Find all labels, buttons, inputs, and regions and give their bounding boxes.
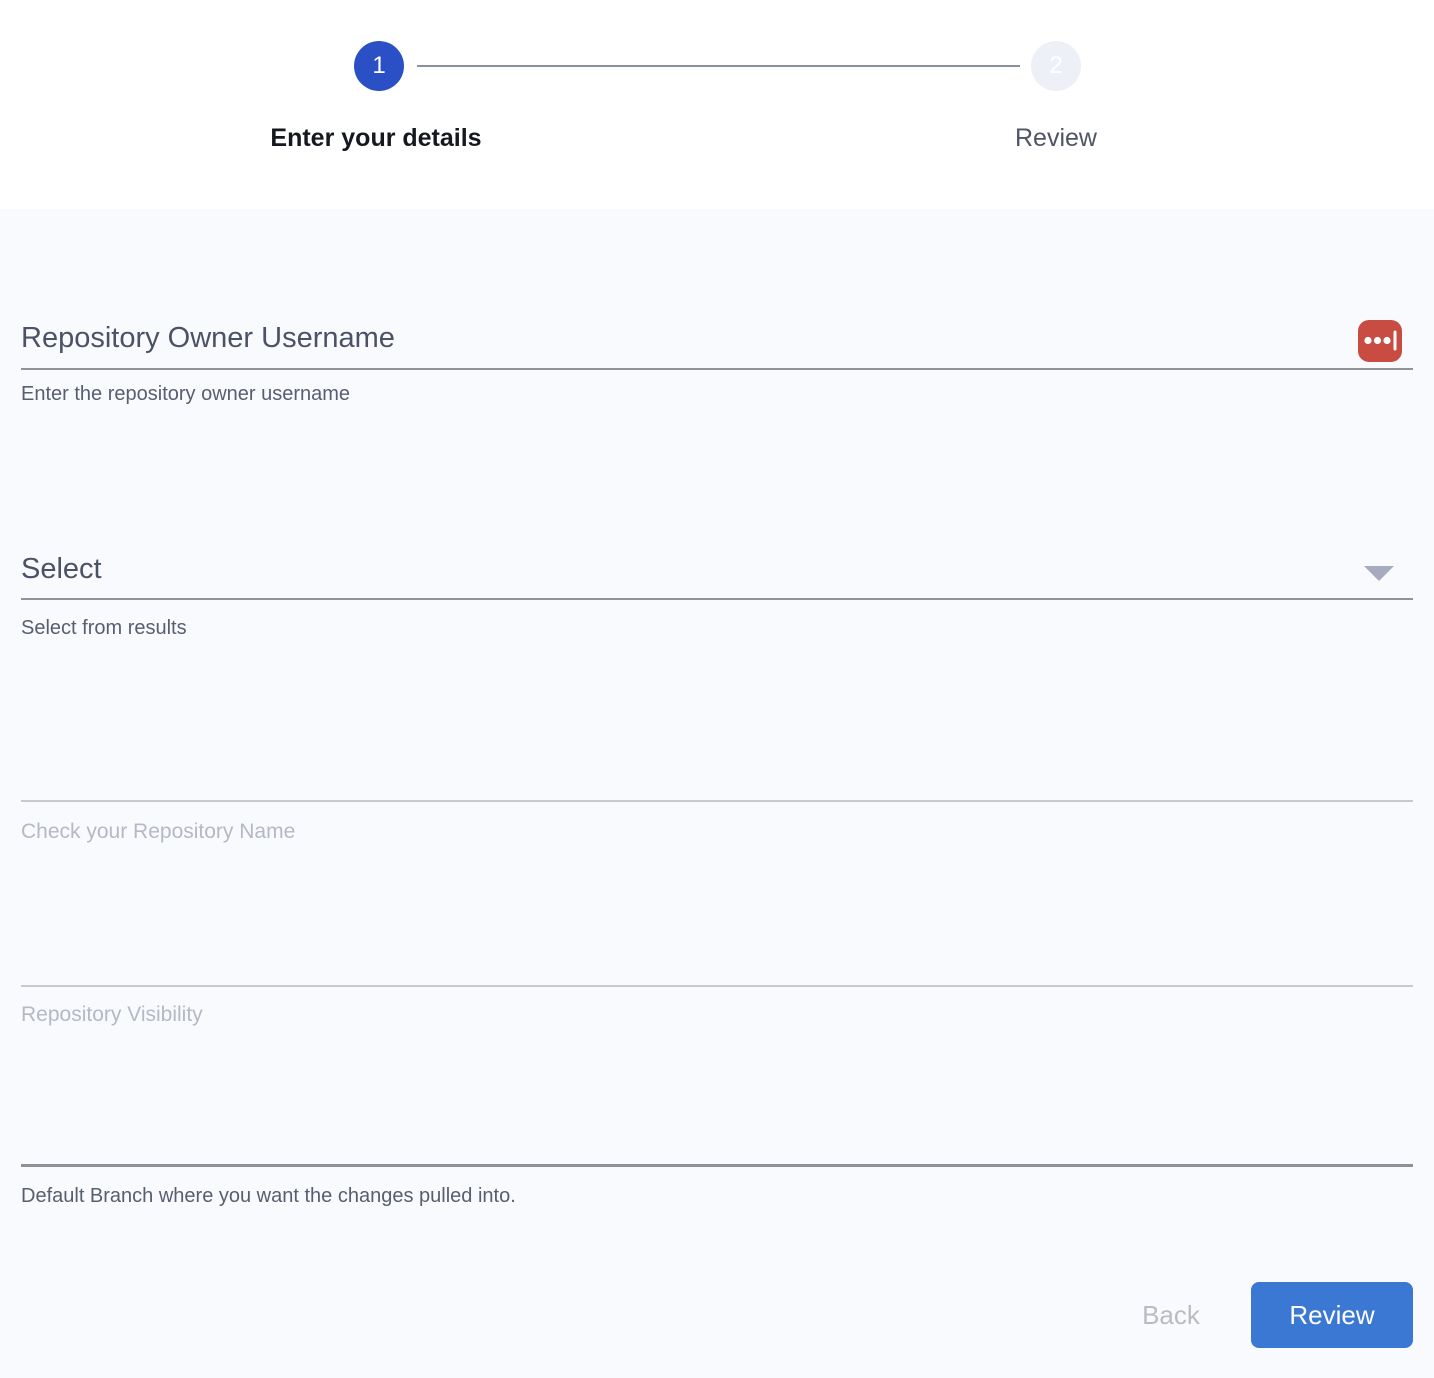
repository-select-dropdown[interactable]: Select [21,553,102,586]
repository-select-underline [21,598,1413,600]
step-1-indicator[interactable]: 1 [354,41,404,91]
repository-name-underline [21,800,1413,802]
step-2-label: Review [1015,124,1097,153]
step-2-indicator[interactable]: 2 [1031,41,1081,91]
repository-select-helper: Select from results [21,617,187,640]
step-1-label: Enter your details [270,124,481,153]
chevron-down-icon[interactable] [1364,566,1394,581]
default-branch-underline [21,1164,1413,1167]
repository-visibility-input[interactable]: Repository Visibility [21,1003,203,1027]
step-2-number: 2 [1049,52,1062,80]
repository-owner-username-underline [21,368,1413,370]
step-1-number: 1 [372,52,385,80]
repository-owner-username-input[interactable]: Repository Owner Username [21,322,395,355]
repository-owner-username-helper: Enter the repository owner username [21,383,350,406]
password-manager-icon[interactable] [1358,320,1402,362]
review-button[interactable]: Review [1251,1282,1413,1348]
default-branch-helper: Default Branch where you want the change… [21,1185,516,1208]
back-button[interactable]: Back [1112,1284,1230,1346]
repository-name-input[interactable]: Check your Repository Name [21,820,295,844]
wizard-screen: 1 2 Enter your details Review Repository… [0,0,1434,1378]
step-connector-line [417,65,1020,67]
repository-visibility-underline [21,985,1413,987]
